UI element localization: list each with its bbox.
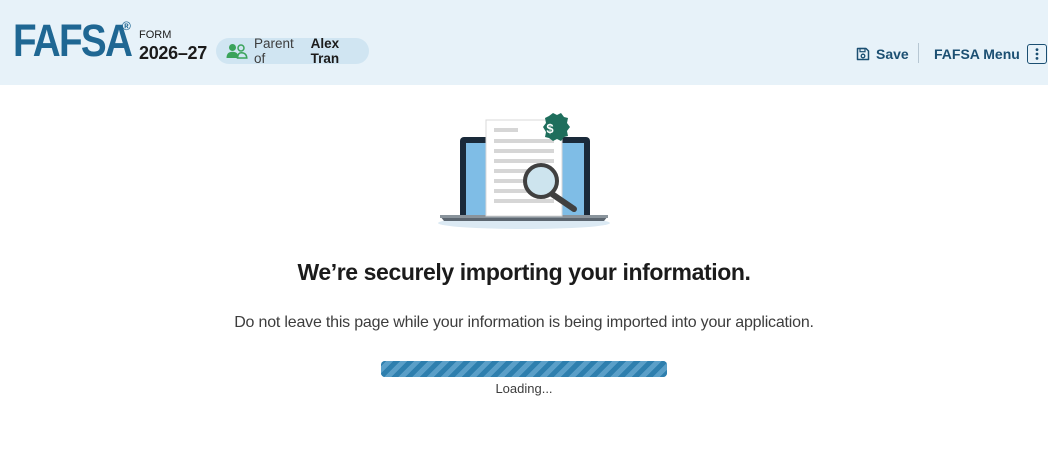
fafsa-menu-button[interactable]: FAFSA Menu (934, 42, 1047, 66)
role-prefix: Parent of (254, 36, 294, 66)
kebab-icon (1026, 44, 1047, 64)
save-label: Save (876, 46, 909, 62)
laptop-document-search-illustration: $ (436, 110, 612, 234)
form-year: 2026–27 (139, 43, 207, 63)
save-icon (856, 47, 870, 61)
import-progress-bar (381, 361, 667, 377)
header-divider (918, 43, 919, 63)
fafsa-logo[interactable]: FAFSA (13, 17, 133, 65)
menu-label: FAFSA Menu (934, 46, 1020, 62)
registered-mark: ® (122, 19, 131, 33)
form-label: FORM (139, 29, 172, 41)
role-badge: Parent of Alex Tran (216, 36, 369, 66)
page-title: We’re securely importing your informatio… (297, 259, 751, 285)
users-icon (226, 43, 248, 59)
site-header: FAFSA ® FORM 2026–27 Parent of Alex Tran… (0, 0, 1048, 85)
loading-label: Loading... (495, 381, 553, 396)
save-button[interactable]: Save (856, 44, 909, 64)
page-instructions: Do not leave this page while your inform… (234, 314, 814, 331)
svg-text:$: $ (546, 121, 554, 136)
student-name: Alex Tran (310, 36, 340, 66)
progress-fill (381, 361, 667, 377)
